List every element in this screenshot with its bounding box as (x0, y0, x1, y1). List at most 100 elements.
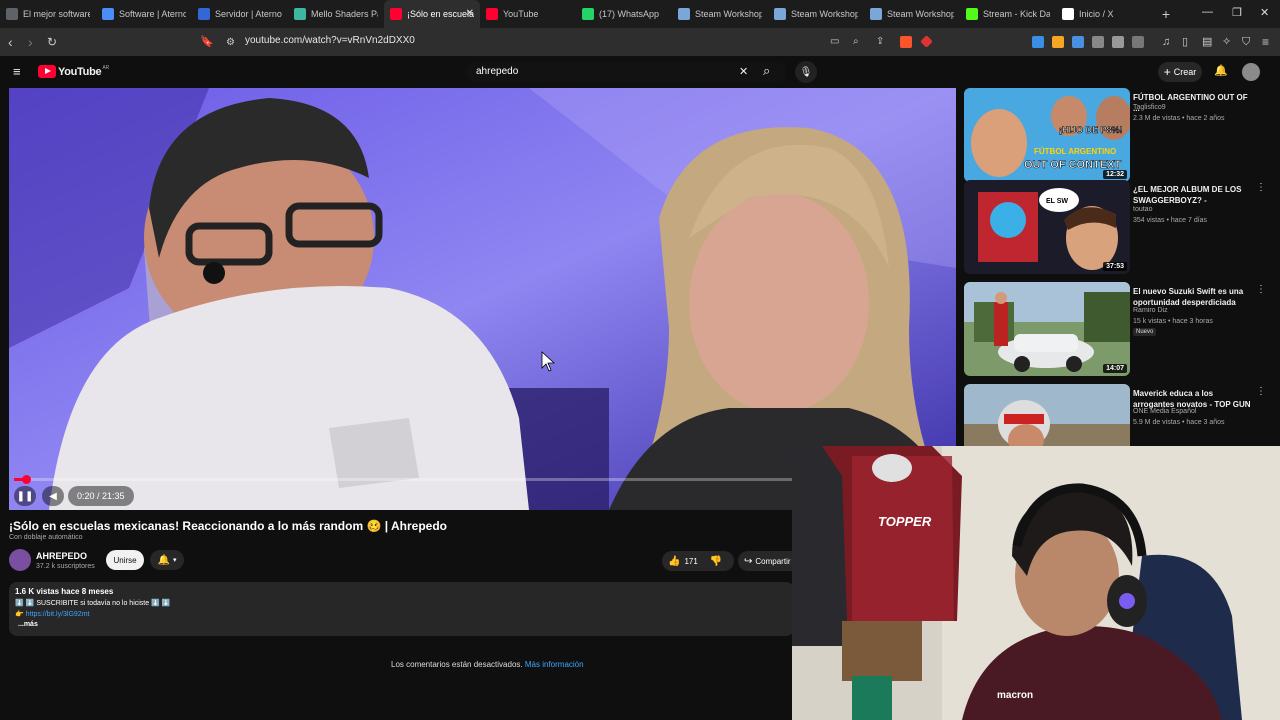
leo-ai-icon[interactable]: ✧ (1222, 34, 1231, 50)
point-icon: 👉 (15, 611, 26, 618)
description-link-line: 👉 https://bit.ly/3lG92mt (15, 610, 89, 618)
rewards-icon[interactable] (920, 35, 933, 48)
search-box[interactable]: ahrepedo (466, 62, 786, 82)
share-button[interactable]: ↪ Compartir (738, 551, 794, 571)
view-stats: 1.6 K vistas hace 8 meses (15, 587, 114, 596)
close-window-button[interactable]: ✕ (1260, 6, 1269, 19)
more-info-link[interactable]: Más información (525, 660, 584, 669)
recommended-channel[interactable]: toutao (1133, 206, 1152, 213)
back-icon[interactable]: ‹ (8, 34, 13, 50)
extension-audio-icon[interactable] (1072, 36, 1084, 48)
browser-tab[interactable]: YouTube (480, 0, 576, 28)
tab-title: Mello Shaders Pack (311, 9, 378, 19)
recommended-video[interactable]: 14:07 El nuevo Suzuki Swift es una oport… (964, 282, 1274, 378)
recommended-video[interactable]: EL SW 37:53 ¿EL MEJOR ALBUM DE LOS SWAGG… (964, 180, 1274, 276)
wallet-icon[interactable]: ▤ (1202, 34, 1212, 50)
more-options-icon[interactable]: ⋮ (1256, 182, 1266, 193)
comments-disabled-notice: Los comentarios están desactivados. Más … (391, 660, 584, 669)
browser-tab[interactable]: Stream - Kick Dash (960, 0, 1056, 28)
create-label: Crear (1173, 67, 1197, 77)
description-box[interactable]: 1.6 K vistas hace 8 meses ⬇️ ⬇️ SUSCRIBI… (9, 582, 794, 636)
time-display: 0:20 / 21:35 (68, 486, 134, 506)
browser-tab[interactable]: (17) WhatsApp (576, 0, 672, 28)
tab-title: (17) WhatsApp (599, 9, 660, 19)
minimize-button[interactable]: — (1202, 6, 1213, 18)
maximize-button[interactable]: ❐ (1232, 6, 1242, 19)
volume-icon[interactable]: ◀ (42, 486, 64, 506)
menu-icon[interactable]: ≡ (1262, 34, 1269, 50)
zoom-icon[interactable]: ⌕ (853, 34, 859, 50)
browser-tab[interactable]: Software | Aternos (96, 0, 192, 28)
video-progress-bar[interactable] (14, 475, 794, 484)
extension-play-icon[interactable] (1052, 36, 1064, 48)
vpn-icon[interactable]: ⛉ (1242, 34, 1250, 50)
close-tab-icon[interactable]: ✕ (466, 8, 474, 19)
more-options-icon[interactable]: ⋮ (1256, 284, 1266, 295)
forward-icon[interactable]: › (28, 34, 33, 50)
recommended-video[interactable]: ¡HIJO DE P8%! FÚTBOL ARGENTINO OUT OF CO… (964, 88, 1274, 184)
subscription-bell-button[interactable]: 🔔 ▾ (150, 550, 184, 570)
clear-search-icon[interactable]: ✕ (739, 65, 748, 78)
voice-search-icon[interactable]: 🎙 (795, 61, 817, 83)
recommended-channel[interactable]: Ramiro Diz (1133, 307, 1168, 314)
reload-icon[interactable]: ↻ (47, 34, 57, 50)
video-thumbnail[interactable] (964, 384, 1130, 446)
tab-favicon-icon (390, 8, 402, 20)
dislike-icon[interactable]: 👎 (710, 556, 722, 567)
search-input[interactable]: ahrepedo (476, 66, 518, 77)
guide-menu-icon[interactable]: ≡ (13, 64, 21, 79)
video-title: ¡Sólo en escuelas mexicanas! Reaccionand… (9, 519, 447, 533)
recommended-title[interactable]: Maverick educa a los arrogantes novatos … (1133, 388, 1251, 410)
tab-title: El mejor software (23, 9, 90, 19)
brave-shield-icon[interactable] (900, 36, 912, 48)
more-options-icon[interactable]: ⋮ (1256, 386, 1266, 397)
browser-tab[interactable]: Inicio / X (1056, 0, 1152, 28)
cast-icon[interactable]: ▭ (830, 34, 839, 50)
sidebar-icon[interactable]: ▯ (1182, 34, 1188, 50)
video-thumbnail[interactable]: 14:07 (964, 282, 1130, 376)
channel-avatar[interactable] (9, 549, 31, 571)
recommended-title[interactable]: El nuevo Suzuki Swift es una oportunidad… (1133, 286, 1251, 308)
address-bar[interactable]: youtube.com/watch?v=vRnVn2dDXX0 (245, 35, 415, 46)
extension-icon[interactable] (1092, 36, 1104, 48)
account-avatar[interactable] (1242, 63, 1260, 81)
search-icon[interactable]: ⌕ (763, 63, 770, 79)
browser-toolbar: ‹ › ↻ 🔖 ⚙ youtube.com/watch?v=vRnVn2dDXX… (0, 28, 1280, 56)
site-info-icon[interactable]: ⚙ (226, 35, 235, 51)
youtube-header: ≡ YouTube AR ahrepedo ✕ ⌕ 🎙 + Crear 🔔 (0, 56, 1280, 88)
browser-tab[interactable]: Steam Workshop (672, 0, 768, 28)
recommended-title[interactable]: ¿EL MEJOR ALBUM DE LOS SWAGGERBOYZ? - RE… (1133, 184, 1251, 206)
join-button[interactable]: Unirse (106, 550, 144, 570)
recommended-channel[interactable]: ONE Media Español (1133, 408, 1196, 415)
extensions-puzzle-icon[interactable] (1112, 36, 1124, 48)
description-link[interactable]: https://bit.ly/3lG92mt (26, 611, 90, 618)
video-thumbnail[interactable]: EL SW 37:53 (964, 180, 1130, 274)
recommended-channel[interactable]: Taglisfico9 (1133, 104, 1166, 111)
extension-translate-icon[interactable] (1032, 36, 1044, 48)
browser-tab[interactable]: Steam Workshop (864, 0, 960, 28)
extension-screen-icon[interactable] (1132, 36, 1144, 48)
notifications-bell-icon[interactable]: 🔔 (1214, 64, 1228, 77)
pause-icon[interactable]: ❚❚ (14, 486, 36, 506)
browser-tab[interactable]: Mello Shaders Pack (288, 0, 384, 28)
show-more-link[interactable]: ...más (18, 621, 38, 628)
browser-tab[interactable]: Servidor | Aternos (192, 0, 288, 28)
new-tab-button[interactable]: + (1152, 6, 1180, 22)
recommended-video[interactable]: Maverick educa a los arrogantes novatos … (964, 384, 1274, 446)
bookmark-icon[interactable]: 🔖 (200, 34, 214, 50)
video-thumbnail[interactable]: ¡HIJO DE P8%! FÚTBOL ARGENTINO OUT OF CO… (964, 88, 1130, 182)
media-icon[interactable]: ♫ (1162, 34, 1170, 50)
bell-icon: 🔔 (157, 554, 170, 566)
tab-favicon-icon (678, 8, 690, 20)
webcam-frame: TOPPER macron (792, 446, 1280, 720)
browser-tab[interactable]: Steam Workshop (768, 0, 864, 28)
channel-name[interactable]: AHREPEDO (36, 551, 87, 561)
youtube-wordmark: YouTube (58, 65, 102, 78)
browser-tab[interactable]: El mejor software (0, 0, 96, 28)
browser-tab[interactable]: ¡Sólo en escuelas ✕ (384, 0, 480, 28)
create-button[interactable]: + Crear (1158, 62, 1202, 82)
like-icon[interactable]: 👍 (668, 556, 680, 567)
youtube-logo[interactable]: YouTube AR (38, 65, 109, 78)
tab-favicon-icon (582, 8, 594, 20)
share-page-icon[interactable]: ⇪ (876, 34, 884, 50)
